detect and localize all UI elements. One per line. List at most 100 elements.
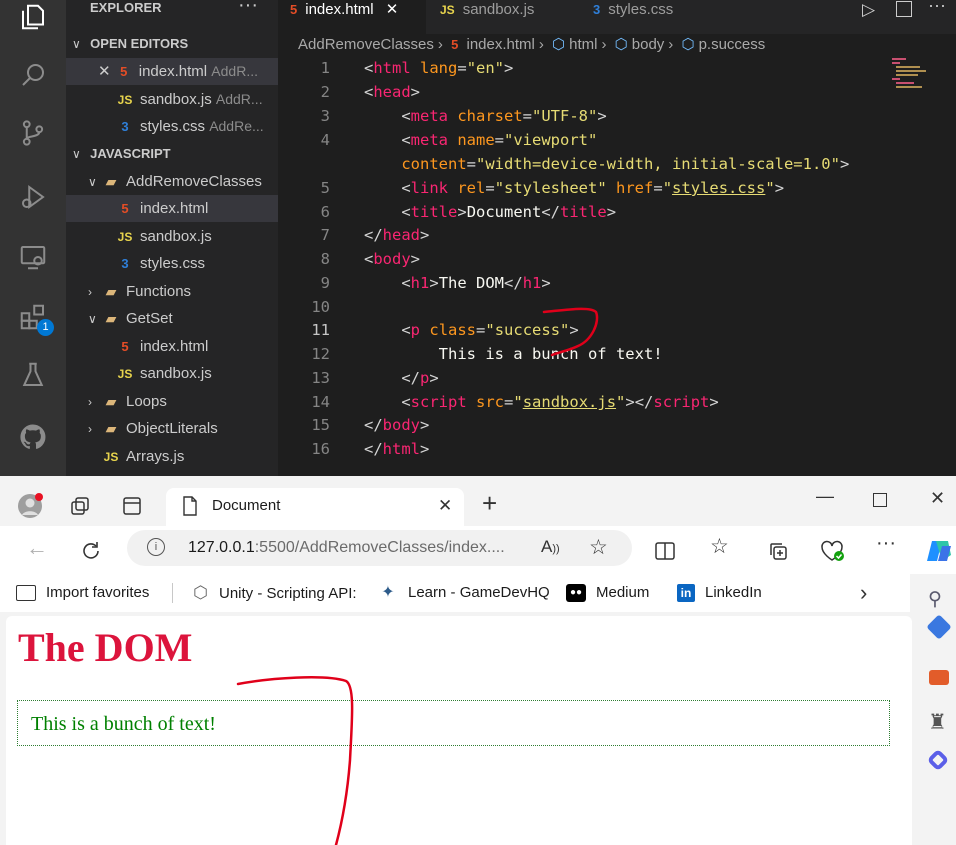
more-actions-icon[interactable]: ···: [238, 0, 258, 17]
run-icon[interactable]: ▷: [862, 0, 875, 20]
collections-icon[interactable]: [765, 538, 791, 564]
breadcrumb-body[interactable]: body: [632, 36, 665, 53]
back-icon[interactable]: ←: [26, 535, 48, 561]
code-line: <link rel="stylesheet" href="styles.css"…: [401, 179, 785, 197]
close-icon[interactable]: ✕: [98, 63, 111, 80]
file-item[interactable]: JS sandbox.js: [66, 223, 278, 250]
code-editor[interactable]: 1 2 3 4 5 6 7 8 9 10 11 12 13 14 15 16 <…: [278, 56, 956, 476]
line-number: 3: [320, 107, 330, 125]
folder-icon: ▰: [106, 284, 116, 299]
close-tab-icon[interactable]: ✕: [438, 496, 452, 516]
explorer-icon[interactable]: [0, 0, 66, 42]
settings-more-icon[interactable]: ···: [876, 532, 896, 555]
search-icon[interactable]: ⚲: [928, 588, 942, 611]
run-debug-icon[interactable]: [0, 172, 66, 222]
github-icon[interactable]: [0, 412, 66, 462]
file-item[interactable]: 3 styles.css: [66, 250, 278, 277]
favorite-import[interactable]: Import favorites: [16, 574, 149, 612]
chevron-right-icon: ›: [88, 285, 92, 299]
minimap[interactable]: [890, 56, 950, 96]
split-screen-icon[interactable]: [652, 538, 678, 564]
tab-sandbox-js[interactable]: JS sandbox.js: [428, 0, 576, 34]
open-editor-item[interactable]: 3 styles.css AddRe...: [66, 113, 278, 140]
folder-item[interactable]: › ▰ ObjectLiterals: [66, 415, 278, 442]
breadcrumb-file[interactable]: index.html: [466, 36, 534, 53]
open-editor-item[interactable]: ✕ 5 index.html AddR...: [66, 58, 278, 85]
tab-styles-css[interactable]: 3 styles.css: [581, 0, 731, 34]
code-line: content="width=device-width, initial-sca…: [401, 155, 850, 173]
vertical-tabs-icon[interactable]: [118, 492, 146, 520]
maximize-icon[interactable]: [873, 493, 887, 507]
favorite-unity[interactable]: ⬡ Unity - Scripting API:: [192, 574, 356, 612]
address-bar[interactable]: i 127.0.0.1:5500/AddRemoveClasses/index.…: [127, 530, 632, 566]
extensions-badge: 1: [37, 319, 54, 336]
line-number: 11: [311, 321, 330, 339]
close-icon[interactable]: ✕: [386, 1, 399, 18]
code-line: </html>: [364, 440, 430, 458]
line-number: 4: [320, 131, 330, 149]
remote-explorer-icon[interactable]: [0, 232, 66, 282]
more-actions-icon[interactable]: ···: [928, 0, 946, 16]
minimize-icon[interactable]: —: [816, 486, 834, 507]
folder-item[interactable]: › ▰ Functions: [66, 278, 278, 305]
favorites-bar: Import favorites ⬡ Unity - Scripting API:…: [0, 574, 910, 612]
code-line: </body>: [364, 416, 430, 434]
close-window-icon[interactable]: ✕: [930, 488, 945, 509]
microsoft365-icon[interactable]: [926, 748, 950, 772]
css-file-icon: 3: [593, 2, 601, 17]
collections-icon[interactable]: [66, 492, 94, 520]
chevron-down-icon: ∨: [72, 37, 81, 51]
folder-item[interactable]: ∨ ▰ GetSet: [66, 305, 278, 332]
code-line: <title>Document</title>: [401, 203, 617, 221]
favorite-medium[interactable]: ●● Medium: [566, 574, 649, 612]
js-file-icon: JS: [117, 230, 133, 244]
favorites-icon[interactable]: ☆: [710, 534, 729, 559]
favorite-star-icon[interactable]: ☆: [589, 535, 608, 560]
source-control-icon[interactable]: [0, 108, 66, 158]
favorite-gamedevhq[interactable]: ✦ Learn - GameDevHQ: [378, 574, 549, 612]
breadcrumb-html[interactable]: html: [569, 36, 597, 53]
copilot-icon[interactable]: [922, 534, 956, 568]
tab-index-html[interactable]: 5 index.html ✕: [278, 0, 426, 34]
folder-item[interactable]: › ▰ Loops: [66, 388, 278, 415]
browser-essentials-icon[interactable]: [818, 536, 848, 566]
file-item[interactable]: 5 index.html: [66, 333, 278, 360]
tools-icon[interactable]: [929, 670, 949, 685]
success-paragraph: This is a bunch of text!: [17, 700, 890, 746]
code-line: This is a bunch of text!: [438, 345, 663, 363]
extensions-icon[interactable]: 1: [0, 292, 66, 342]
search-icon[interactable]: [0, 50, 66, 100]
favorite-linkedin[interactable]: in LinkedIn: [677, 574, 762, 612]
file-item[interactable]: JS Arrays.js: [66, 443, 278, 470]
medium-icon: ●●: [566, 584, 586, 603]
testing-icon[interactable]: [0, 350, 66, 400]
games-icon[interactable]: ♜: [928, 710, 947, 735]
new-tab-icon[interactable]: +: [482, 488, 497, 519]
browser-window: Document ✕ + — ✕ ← i 127.0.0.1:5500/AddR…: [0, 476, 956, 845]
breadcrumb-folder[interactable]: AddRemoveClasses: [298, 36, 434, 53]
cube-icon: ⬡: [552, 36, 566, 53]
url-text[interactable]: 127.0.0.1:5500/AddRemoveClasses/index...…: [188, 539, 505, 557]
file-item[interactable]: 5 index.html: [66, 195, 278, 222]
read-aloud-icon[interactable]: A)): [541, 537, 560, 557]
folder-item[interactable]: ∨ ▰ AddRemoveClasses: [66, 168, 278, 195]
chevron-right-icon: ›: [88, 395, 92, 409]
profile-icon[interactable]: [16, 492, 44, 520]
shopping-tag-icon[interactable]: [926, 614, 952, 640]
workspace-header[interactable]: ∨ JAVASCRIPT: [66, 140, 278, 167]
open-editor-item[interactable]: JS sandbox.js AddR...: [66, 86, 278, 113]
js-file-icon: JS: [117, 93, 133, 107]
file-item[interactable]: JS sandbox.js: [66, 360, 278, 387]
split-editor-icon[interactable]: [896, 1, 912, 17]
open-editors-header[interactable]: ∨ OPEN EDITORS: [66, 30, 278, 57]
line-number: 2: [320, 83, 330, 101]
folder-open-icon: ▰: [106, 174, 116, 189]
linkedin-icon: in: [677, 584, 695, 603]
tab-title: Document: [212, 497, 281, 514]
info-icon[interactable]: i: [147, 538, 165, 556]
line-number: 15: [311, 416, 330, 434]
tab-document[interactable]: Document ✕: [166, 488, 464, 526]
chevron-right-icon[interactable]: ›: [860, 580, 867, 606]
breadcrumb-p-success[interactable]: p.success: [699, 36, 766, 53]
refresh-icon[interactable]: [78, 538, 104, 564]
